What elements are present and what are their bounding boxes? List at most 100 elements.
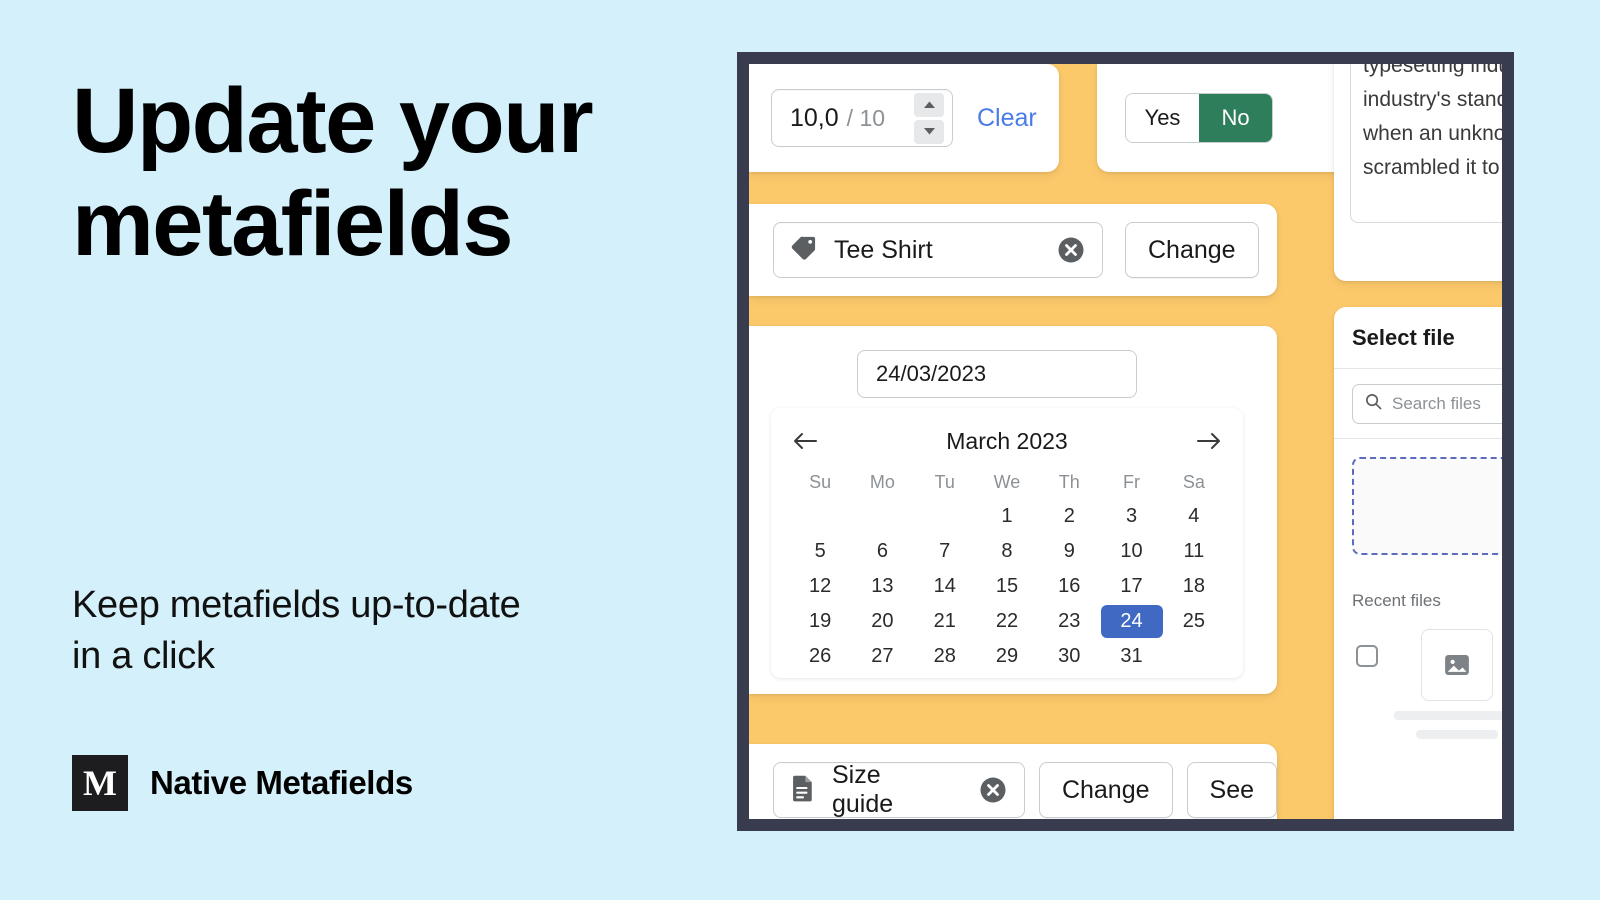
image-placeholder-icon <box>1421 629 1493 701</box>
toggle-option-no[interactable]: No <box>1199 94 1272 142</box>
file-dropzone[interactable] <box>1352 457 1502 555</box>
calendar-day[interactable]: 30 <box>1038 639 1100 674</box>
calendar-day[interactable]: 13 <box>851 569 913 604</box>
subheadline-line-1: Keep metafields up-to-date <box>72 584 521 626</box>
calendar-day[interactable]: 14 <box>914 569 976 604</box>
calendar-week-row: 12 13 14 15 16 17 18 <box>789 569 1225 604</box>
calendar-day[interactable]: 27 <box>851 639 913 674</box>
calendar-day[interactable]: 15 <box>976 569 1038 604</box>
subheadline-line-2: in a click <box>72 635 215 678</box>
toggle-option-yes[interactable]: Yes <box>1126 94 1199 142</box>
caret-down-icon[interactable] <box>914 119 944 144</box>
calendar-day-label[interactable]: 8 <box>976 535 1038 568</box>
file-reference-pill[interactable]: Size guide <box>773 761 1025 818</box>
calendar-day-label[interactable]: 28 <box>914 640 976 673</box>
calendar-day-label[interactable]: 23 <box>1038 605 1100 638</box>
calendar-day-label[interactable]: 17 <box>1101 570 1163 603</box>
calendar-day[interactable]: 19 <box>789 604 851 639</box>
calendar-day[interactable]: 4 <box>1163 499 1225 534</box>
caret-up-icon[interactable] <box>914 92 944 117</box>
calendar-day[interactable]: 31 <box>1100 639 1162 674</box>
calendar-day[interactable]: 11 <box>1163 534 1225 569</box>
file-search-row: Search files <box>1334 369 1502 439</box>
file-see-button[interactable]: See <box>1186 762 1277 818</box>
calendar-day-label[interactable]: 21 <box>914 605 976 638</box>
calendar-day-label[interactable]: 10 <box>1101 535 1163 568</box>
calendar-day[interactable]: 7 <box>914 534 976 569</box>
file-change-button[interactable]: Change <box>1038 762 1173 818</box>
calendar-day-label[interactable]: 19 <box>789 605 851 638</box>
calendar-day-label[interactable]: 9 <box>1038 535 1100 568</box>
page-title: Update your metafields <box>72 70 692 276</box>
calendar-day[interactable]: 26 <box>789 639 851 674</box>
calendar-day[interactable]: 10 <box>1100 534 1162 569</box>
calendar-day-label[interactable]: 26 <box>789 640 851 673</box>
calendar-day[interactable]: 25 <box>1163 604 1225 639</box>
calendar-day-label[interactable]: 5 <box>789 535 851 568</box>
calendar-day[interactable]: 28 <box>914 639 976 674</box>
calendar-week-row: 19 20 21 22 23 24 25 <box>789 604 1225 639</box>
recent-file-checkbox[interactable] <box>1356 645 1378 667</box>
recent-file-item[interactable] <box>1356 629 1502 739</box>
number-input[interactable]: 10,0 / 10 <box>771 89 953 147</box>
calendar-day[interactable]: 21 <box>914 604 976 639</box>
calendar-day-label[interactable]: 20 <box>851 605 913 638</box>
number-stepper[interactable] <box>914 92 944 144</box>
date-input[interactable]: 24/03/2023 <box>857 350 1137 398</box>
search-input[interactable]: Search files <box>1352 383 1502 424</box>
calendar-day[interactable]: 22 <box>976 604 1038 639</box>
calendar-day[interactable]: 2 <box>1038 499 1100 534</box>
calendar-day[interactable]: 20 <box>851 604 913 639</box>
product-reference-pill[interactable]: Tee Shirt <box>773 222 1103 278</box>
calendar-day-label[interactable]: 31 <box>1101 640 1163 673</box>
arrow-right-icon[interactable] <box>1191 424 1225 458</box>
multiline-text-input[interactable]: typesetting indu industry's stand when a… <box>1350 64 1502 223</box>
calendar-day-label[interactable]: 13 <box>851 570 913 603</box>
calendar-day-label[interactable]: 22 <box>976 605 1038 638</box>
calendar-day-selected[interactable]: 24 <box>1100 605 1163 638</box>
circle-x-icon[interactable] <box>978 775 1008 805</box>
calendar-day-label[interactable]: 27 <box>851 640 913 673</box>
text-line-1: typesetting indu <box>1363 64 1502 77</box>
calendar-day[interactable]: 1 <box>976 499 1038 534</box>
calendar-day-label[interactable]: 30 <box>1038 640 1100 673</box>
calendar-day[interactable]: 6 <box>851 534 913 569</box>
calendar-day[interactable]: 29 <box>976 639 1038 674</box>
calendar-day[interactable]: 17 <box>1100 569 1162 604</box>
recent-files-label: Recent files <box>1352 591 1441 610</box>
calendar-day[interactable]: 16 <box>1038 569 1100 604</box>
calendar-day-label[interactable]: 7 <box>914 535 976 568</box>
clear-button[interactable]: Clear <box>977 104 1037 133</box>
product-change-button[interactable]: Change <box>1125 222 1259 278</box>
calendar-header: March 2023 <box>789 422 1225 460</box>
calendar-day-label[interactable]: 2 <box>1038 500 1100 533</box>
calendar-day[interactable]: 18 <box>1163 569 1225 604</box>
calendar-day-label[interactable]: 12 <box>789 570 851 603</box>
calendar-day-label[interactable]: 3 <box>1101 500 1163 533</box>
calendar-day[interactable]: 12 <box>789 569 851 604</box>
calendar-day-label[interactable]: 11 <box>1163 535 1225 568</box>
circle-x-icon[interactable] <box>1056 235 1086 265</box>
product-reference-label: Tee Shirt <box>834 235 933 264</box>
calendar-day-label[interactable]: 1 <box>976 500 1038 533</box>
calendar-day-label[interactable]: 16 <box>1038 570 1100 603</box>
calendar-day[interactable]: 5 <box>789 534 851 569</box>
select-file-panel: Select file Search files Recent files <box>1334 307 1502 819</box>
yes-no-toggle[interactable]: Yes No <box>1125 93 1273 143</box>
calendar-day[interactable]: 3 <box>1100 499 1162 534</box>
calendar-day[interactable]: 8 <box>976 534 1038 569</box>
calendar-day-empty <box>789 499 851 534</box>
calendar-day-label[interactable]: 25 <box>1163 605 1225 638</box>
calendar-day-label[interactable]: 4 <box>1163 500 1225 533</box>
calendar-day-empty <box>1163 639 1225 674</box>
number-values: 10,0 / 10 <box>790 104 885 133</box>
calendar-day[interactable]: 9 <box>1038 534 1100 569</box>
calendar-day-label[interactable]: 29 <box>976 640 1038 673</box>
calendar-day[interactable]: 24 <box>1100 604 1163 639</box>
calendar-day-label[interactable]: 6 <box>851 535 913 568</box>
calendar-day-label[interactable]: 18 <box>1163 570 1225 603</box>
arrow-left-icon[interactable] <box>789 424 823 458</box>
calendar-day-label[interactable]: 14 <box>914 570 976 603</box>
calendar-day-label[interactable]: 15 <box>976 570 1038 603</box>
calendar-day[interactable]: 23 <box>1038 604 1100 639</box>
